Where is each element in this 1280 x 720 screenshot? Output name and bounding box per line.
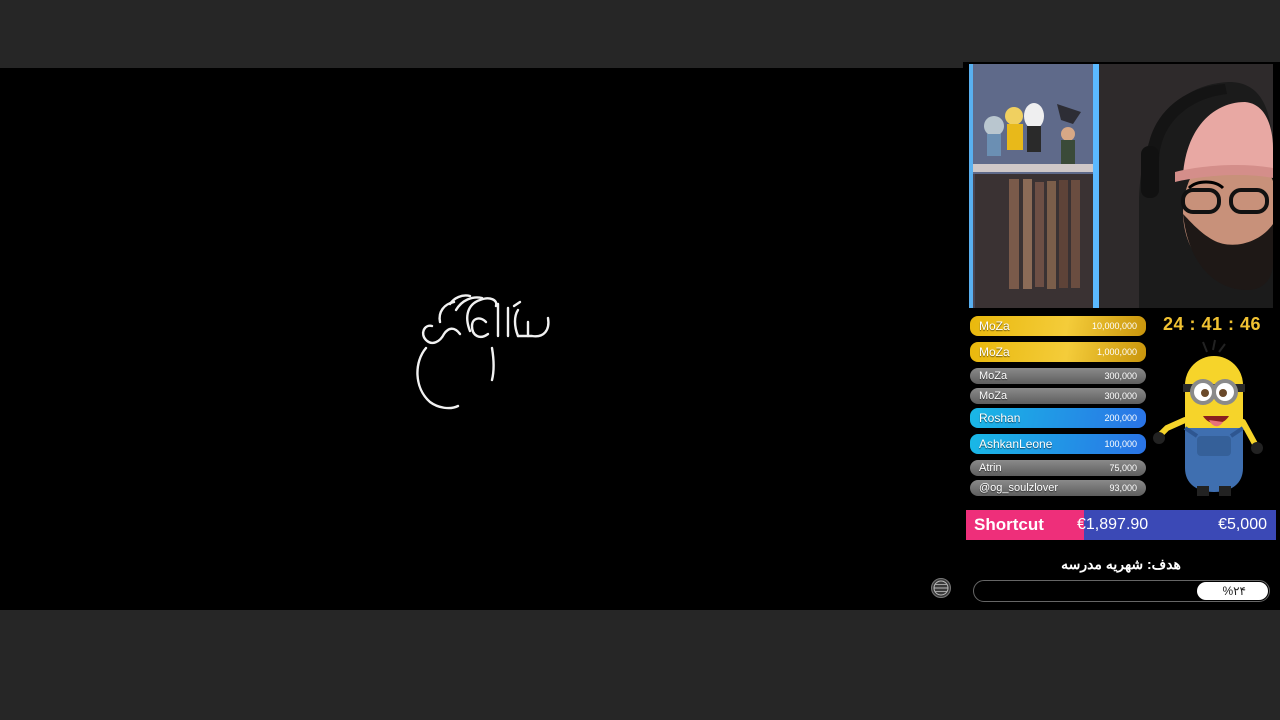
donation-row: AshkanLeone 100,000	[970, 434, 1146, 454]
donation-amount: 1,000,000	[1096, 347, 1137, 357]
globe-icon[interactable]	[931, 578, 951, 598]
donation-amount: 300,000	[1104, 371, 1137, 381]
webcam-scene	[969, 64, 1273, 308]
donor-name: Atrin	[979, 462, 1002, 474]
shortcut-goal-target: €5,000	[1218, 516, 1267, 533]
donor-name: MoZa	[979, 370, 1008, 382]
school-goal-title: هدف: شهریه مدرسه	[1061, 556, 1181, 572]
calligraphy-logo	[416, 294, 550, 410]
shortcut-goal-raised: €1,897.90	[1077, 516, 1149, 533]
donation-amount: 100,000	[1104, 439, 1137, 449]
donation-amount: 10,000,000	[1091, 321, 1137, 331]
donor-name: MoZa	[979, 345, 1010, 359]
donation-row: @og_soulzlover 93,000	[970, 480, 1146, 496]
donation-amount: 200,000	[1104, 413, 1137, 423]
donation-row: MoZa 10,000,000	[970, 316, 1146, 336]
school-goal-percent: %۲۴	[1222, 584, 1246, 598]
top-bar	[0, 0, 1280, 66]
donation-amount: 75,000	[1109, 463, 1137, 473]
donation-row: MoZa 300,000	[970, 388, 1146, 404]
donation-row: MoZa 300,000	[970, 368, 1146, 384]
donor-name: MoZa	[979, 319, 1010, 333]
donor-name: MoZa	[979, 390, 1008, 402]
shortcut-goal-name: Shortcut	[974, 515, 1044, 534]
webcam-feed	[969, 64, 1273, 308]
stream-timer: 24 : 41 : 46	[1162, 314, 1262, 334]
donation-row: MoZa 1,000,000	[970, 342, 1146, 362]
shortcut-goal-bar: Shortcut €1,897.90 €5,000	[966, 510, 1276, 540]
donor-name: @og_soulzlover	[979, 482, 1059, 494]
donor-name: AshkanLeone	[979, 437, 1053, 451]
donation-row: Roshan 200,000	[970, 408, 1146, 428]
minion-icon	[1153, 339, 1263, 496]
donor-name: Roshan	[979, 411, 1021, 425]
donation-amount: 93,000	[1109, 483, 1137, 493]
donation-amount: 300,000	[1104, 391, 1137, 401]
donation-row: Atrin 75,000	[970, 460, 1146, 476]
bottom-bar	[0, 610, 1280, 720]
school-goal-progress-bar: %۲۴	[973, 580, 1270, 602]
